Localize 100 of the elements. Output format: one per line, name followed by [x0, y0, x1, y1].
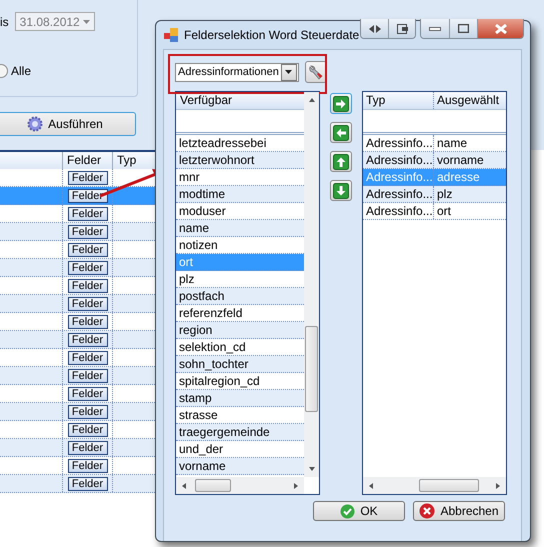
list-item[interactable]: modtime	[176, 186, 304, 203]
fields-button[interactable]: Felder	[68, 314, 108, 328]
fields-button[interactable]: Felder	[68, 224, 108, 238]
fields-button[interactable]: Felder	[68, 296, 108, 310]
fields-button[interactable]: Felder	[68, 368, 108, 382]
grid-row[interactable]: Felder	[0, 439, 157, 457]
scroll-down-icon[interactable]	[308, 465, 316, 473]
fields-button[interactable]: Felder	[68, 206, 108, 220]
cancel-button[interactable]: Abbrechen	[413, 501, 505, 521]
grid-row[interactable]: Felder	[0, 223, 157, 241]
list-item[interactable]: name	[176, 220, 304, 237]
column-header[interactable]: Typ	[363, 92, 433, 109]
grid-row[interactable]: Felder	[0, 421, 157, 439]
scroll-right-icon[interactable]	[494, 482, 502, 490]
move-button[interactable]	[330, 151, 352, 172]
grid-row[interactable]: Felder	[0, 295, 157, 313]
fields-button[interactable]: Felder	[68, 458, 108, 472]
list-item[interactable]: plz	[176, 271, 304, 288]
date-field[interactable]: 31.08.2012	[14, 12, 95, 31]
scroll-up-icon[interactable]	[308, 96, 316, 104]
arrow-up-icon	[333, 154, 349, 170]
list-item[interactable]: moduser	[176, 203, 304, 220]
grid-row[interactable]: Felder	[0, 457, 157, 475]
minimize-button[interactable]	[421, 19, 449, 38]
table-row[interactable]: Adressinfo... ort	[363, 203, 506, 220]
edit-button[interactable]	[304, 61, 327, 83]
scroll-left-icon[interactable]	[180, 482, 188, 490]
move-button[interactable]	[330, 93, 352, 114]
list-item[interactable]: selektion_cd	[176, 339, 304, 356]
fields-button[interactable]: Felder	[68, 332, 108, 346]
grid-row[interactable]: Felder	[0, 187, 157, 205]
wrench-icon	[308, 64, 324, 80]
scroll-thumb[interactable]	[195, 479, 231, 492]
fields-button[interactable]: Felder	[68, 404, 108, 418]
scroll-thumb[interactable]	[419, 479, 479, 492]
fields-button[interactable]: Felder	[68, 188, 108, 202]
date-label: is	[0, 14, 9, 28]
caret-icon	[82, 20, 90, 24]
window-icon	[396, 24, 408, 34]
fields-button[interactable]: Felder	[68, 170, 108, 184]
list-item[interactable]: region	[176, 322, 304, 339]
close-button[interactable]	[477, 19, 523, 38]
close-icon	[419, 503, 436, 519]
grid-row[interactable]: Felder	[0, 313, 157, 331]
fields-button[interactable]: Felder	[68, 476, 108, 490]
column-header[interactable]: Verfügbar	[176, 92, 304, 109]
ok-button[interactable]: OK	[313, 501, 405, 521]
list-item[interactable]: vorname	[176, 458, 304, 475]
scrollbar[interactable]	[176, 477, 304, 494]
list-item[interactable]: stamp	[176, 390, 304, 407]
fields-button[interactable]: Felder	[68, 440, 108, 454]
check-icon	[340, 504, 356, 518]
arrow-down-icon	[333, 182, 349, 198]
fields-button[interactable]: Felder	[68, 422, 108, 436]
table-row[interactable]: Adressinfo... name	[363, 135, 506, 152]
table-row[interactable]: Adressinfo... vorname	[363, 152, 506, 169]
scroll-left-icon[interactable]	[367, 482, 375, 490]
gear-icon	[27, 116, 44, 132]
arrow-right-icon	[333, 96, 349, 112]
grid-row[interactable]: Felder	[0, 475, 157, 493]
list-item[interactable]: referenzfeld	[176, 305, 304, 322]
scroll-thumb[interactable]	[305, 326, 318, 412]
maximize-icon	[458, 24, 469, 33]
fields-button[interactable]: Felder	[68, 278, 108, 292]
grid-row[interactable]: Felder	[0, 331, 157, 349]
fields-button[interactable]: Felder	[68, 350, 108, 364]
pin-button[interactable]	[388, 19, 415, 38]
table-row[interactable]: Adressinfo... plz	[363, 186, 506, 203]
list-item[interactable]: spitalregion_cd	[176, 373, 304, 390]
grid-row[interactable]: Felder	[0, 277, 157, 295]
grid-row[interactable]: Felder	[0, 259, 157, 277]
grid-row[interactable]: Felder	[0, 241, 157, 259]
category-dropdown[interactable]: Adressinformationen	[175, 62, 299, 82]
grid-row[interactable]: Felder	[0, 367, 157, 385]
list-item[interactable]: letzteadressebei	[176, 135, 304, 152]
maximize-button[interactable]	[449, 19, 477, 38]
list-item[interactable]: traegergemeinde	[176, 424, 304, 441]
list-item[interactable]: letzterwohnort	[176, 152, 304, 169]
move-button[interactable]	[330, 122, 352, 143]
fields-button[interactable]: Felder	[68, 386, 108, 400]
fields-button[interactable]: Felder	[68, 260, 108, 274]
grid-row[interactable]: Felder	[0, 205, 157, 223]
grid-row[interactable]: Felder	[0, 349, 157, 367]
column-header[interactable]: Ausgewählt	[433, 92, 506, 109]
move-button[interactable]	[330, 180, 352, 201]
list-item[interactable]: notizen	[176, 237, 304, 254]
list-item[interactable]: und_der	[176, 441, 304, 458]
scrollbar[interactable]	[304, 92, 319, 477]
scrollbar[interactable]	[363, 477, 506, 494]
grid-row[interactable]: Felder	[0, 169, 157, 187]
arrow-left-icon	[333, 124, 349, 140]
list-item[interactable]: postfach	[176, 288, 304, 305]
grid-row[interactable]: Felder	[0, 385, 157, 403]
resize-button[interactable]	[361, 19, 388, 38]
minimize-icon	[429, 26, 441, 30]
grid-row[interactable]: Felder	[0, 403, 157, 421]
run-button[interactable]: Ausführen	[0, 112, 136, 136]
list-item[interactable]: sohn_tochter	[176, 356, 304, 373]
fields-button[interactable]: Felder	[68, 242, 108, 256]
scroll-right-icon[interactable]	[292, 482, 300, 490]
